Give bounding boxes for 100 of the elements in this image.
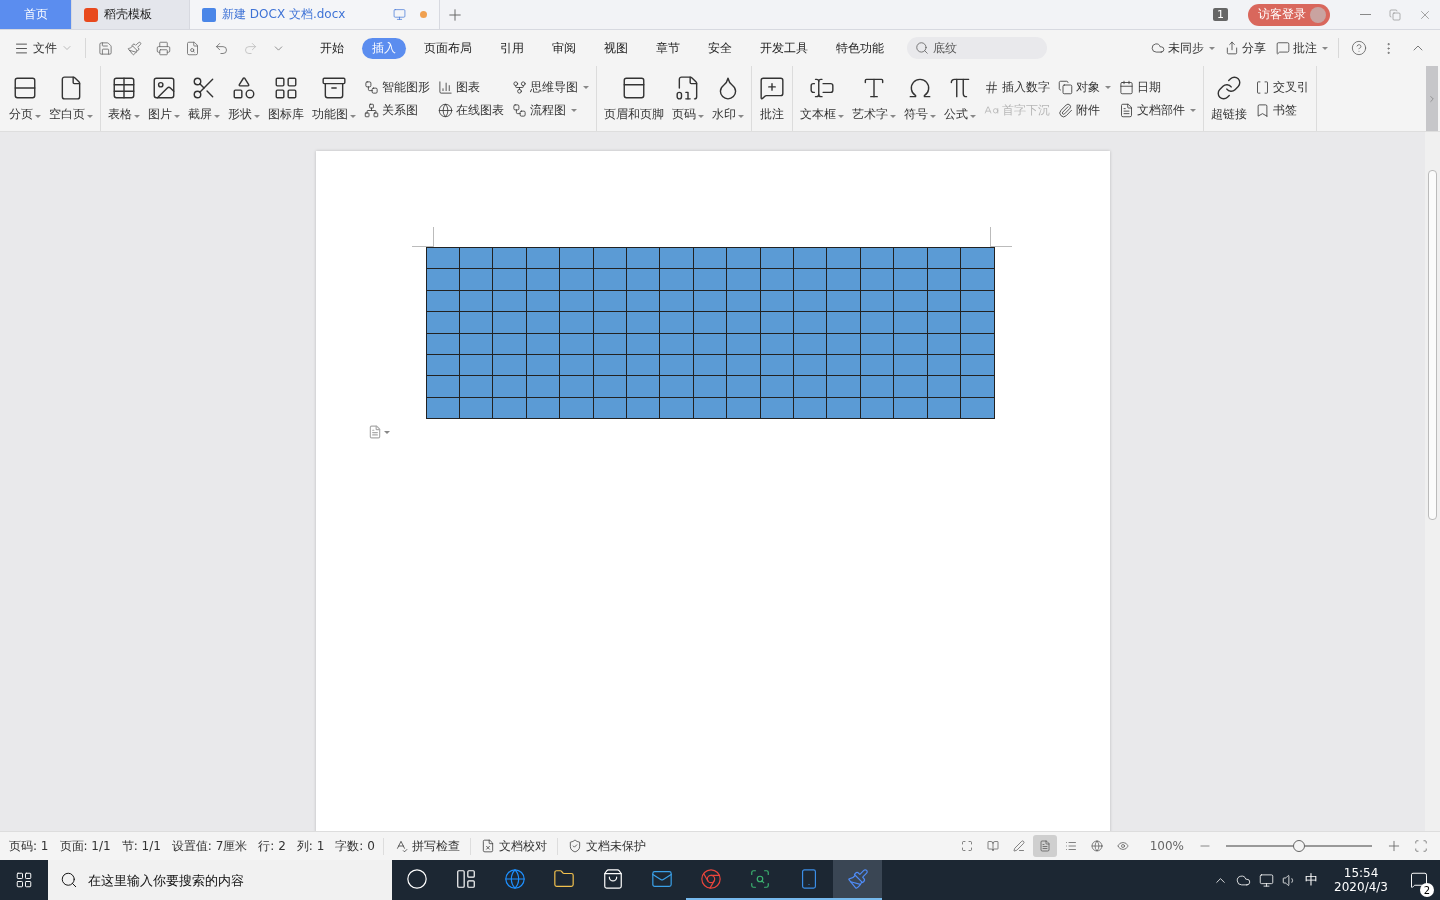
ribbon-button[interactable]: 页码 [669, 66, 707, 131]
ribbon-button[interactable]: 公式 [941, 66, 979, 131]
status-button[interactable]: 文档校对 [469, 837, 557, 855]
object-icon [1058, 79, 1073, 95]
paperclip-icon [1058, 102, 1073, 118]
zoom-percent: 100% [1149, 839, 1184, 853]
ribbon-button[interactable]: 智能图形 [364, 78, 430, 96]
ribbon-button[interactable]: 表格 [105, 66, 143, 131]
ribbon-button[interactable]: 书签 [1255, 101, 1309, 119]
shapes-icon [231, 74, 257, 101]
ribbon-button[interactable]: 文本框 [797, 66, 847, 131]
toolbar-action[interactable]: 批注 [1272, 39, 1332, 57]
flowchart-icon [512, 102, 527, 118]
ribbon-button[interactable]: 分页 [6, 66, 44, 131]
ribbon-button[interactable]: 功能图 [309, 66, 359, 131]
magnifier-page-icon [185, 40, 200, 56]
ribbon-button[interactable]: 在线图表 [438, 101, 504, 119]
corner-mark [411, 227, 434, 247]
notification-button[interactable]: 2 [1404, 863, 1434, 897]
chrome-icon [699, 868, 722, 890]
toolbar-action[interactable]: 未同步 [1147, 39, 1219, 57]
comment-icon [1276, 41, 1290, 55]
search-app-icon [748, 868, 771, 890]
ribbon-tab[interactable]: 开发工具 [750, 37, 818, 59]
ribbon-button[interactable]: 符号 [901, 66, 939, 131]
taskbar-search-field[interactable]: 在这里输入你要搜索的内容 [48, 860, 392, 900]
shield-icon [567, 839, 582, 853]
fullscreen-icon [960, 838, 973, 854]
ribbon-button[interactable]: 附件 [1058, 101, 1111, 119]
restore-icon [1389, 8, 1401, 21]
ribbon-tab[interactable]: 开始 [310, 37, 354, 59]
toolbar-action[interactable]: 分享 [1221, 39, 1270, 57]
avatar-icon [1310, 6, 1326, 23]
notification-count: 2 [1420, 883, 1434, 897]
mail-icon [650, 868, 673, 890]
bar-chart-icon [438, 79, 453, 95]
printer-icon [156, 40, 171, 56]
ribbon-button[interactable]: 页眉和页脚 [601, 66, 667, 131]
ribbon-button[interactable]: 图标库 [265, 66, 307, 131]
status-field: 列: 1 [293, 837, 333, 855]
ribbon-button[interactable]: 艺术字 [849, 66, 899, 131]
status-button[interactable]: 拼写检查 [382, 837, 470, 855]
pen-icon [1012, 838, 1025, 854]
search-icon [915, 41, 929, 55]
search-field[interactable]: 底纹 [907, 37, 1047, 59]
globe-icon [438, 102, 453, 118]
search-icon [60, 871, 78, 889]
ribbon-button[interactable]: 图片 [145, 66, 183, 131]
globe-icon [1090, 838, 1103, 854]
ribbon-tab[interactable]: 页面布局 [414, 37, 482, 59]
ribbon-tab[interactable]: 视图 [594, 37, 638, 59]
monitor-icon [393, 8, 406, 21]
ribbon-button[interactable]: 批注 [756, 66, 788, 131]
ribbon-tab[interactable]: 章节 [646, 37, 690, 59]
brush-icon [127, 40, 142, 56]
document-tab[interactable]: 稻壳模板 [72, 0, 190, 29]
menu-icon [14, 40, 29, 56]
ribbon-button[interactable]: 图表 [438, 78, 504, 96]
ribbon-tab[interactable]: 特色功能 [826, 37, 894, 59]
ribbon-tab[interactable]: 审阅 [542, 37, 586, 59]
ribbon-button[interactable]: 流程图 [512, 101, 589, 119]
cloud-icon [1151, 41, 1165, 55]
redo-icon [243, 40, 258, 56]
ribbon-tab[interactable]: 安全 [698, 37, 742, 59]
ribbon-button[interactable]: 插入数字 [984, 78, 1050, 96]
wps-icon [846, 868, 869, 890]
status-field: 行: 2 [255, 837, 294, 855]
link-icon [1216, 74, 1242, 101]
ribbon-button[interactable]: 对象 [1058, 78, 1111, 96]
input-method[interactable]: 中 [1305, 871, 1319, 889]
view-mode-button[interactable] [1032, 835, 1057, 857]
ribbon-button[interactable]: 超链接 [1208, 66, 1250, 131]
ribbon-button[interactable]: 日期 [1119, 78, 1196, 96]
ribbon-button[interactable]: 水印 [709, 66, 747, 131]
ribbon-button[interactable]: 交叉引 [1255, 78, 1309, 96]
status-field: 节: 1/1 [118, 837, 169, 855]
clock[interactable]: 15:54 2020/4/3 [1326, 866, 1396, 894]
cloud-icon [1236, 872, 1252, 888]
status-field: 页码: 1 [6, 837, 57, 855]
ribbon-button[interactable]: 思维导图 [512, 78, 589, 96]
number-icon [984, 79, 999, 95]
file-menu[interactable]: 文件 [8, 39, 79, 57]
ribbon-button[interactable]: 空白页 [46, 66, 96, 131]
circle-icon [405, 868, 428, 890]
bookmark-icon [1255, 102, 1270, 118]
status-field: 页面: 1/1 [56, 837, 119, 855]
ribbon-button[interactable]: 关系图 [364, 101, 430, 119]
windows-icon [15, 871, 33, 889]
ribbon-tab[interactable]: 引用 [490, 37, 534, 59]
ribbon-button[interactable]: 文档部件 [1119, 101, 1196, 119]
scrollbar[interactable] [1425, 132, 1440, 831]
browser-icon [503, 868, 526, 890]
document-x-icon [480, 839, 495, 853]
window-count: 1 [1213, 8, 1228, 21]
status-button[interactable]: 文档未保护 [556, 837, 656, 855]
ribbon-button[interactable]: 形状 [225, 66, 263, 131]
status-field: 设置值: 7厘米 [168, 837, 256, 855]
ribbon-button[interactable]: 截屏 [185, 66, 223, 131]
page-icon [1038, 838, 1051, 854]
task-view-icon [454, 868, 477, 890]
